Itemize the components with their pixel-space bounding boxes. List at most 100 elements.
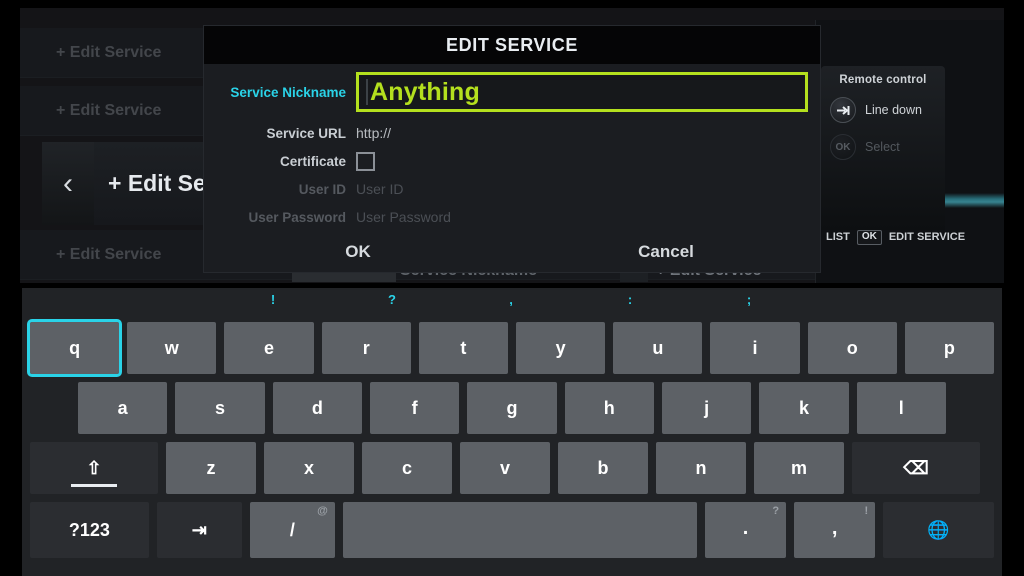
field-service-url-label: Service URL — [266, 125, 346, 141]
backspace-key[interactable]: ⌫ — [852, 442, 980, 494]
slash-key-secondary-label: @ — [317, 505, 328, 517]
certificate-checkbox[interactable] — [356, 151, 375, 171]
key-o-label: o — [846, 337, 858, 358]
background-list-item-label: + Edit Service — [56, 43, 162, 61]
key-e[interactable]: e — [224, 322, 314, 374]
field-service-url[interactable]: Service URL http:// — [204, 120, 820, 146]
key-x[interactable]: x — [264, 442, 354, 494]
remote-item-line-down[interactable]: Line down — [821, 97, 945, 123]
field-service-nickname-label: Service Nickname — [230, 84, 346, 100]
keyboard-hint-row: !?,:; — [22, 288, 1002, 322]
key-m-label: m — [790, 457, 807, 478]
key-c-label: c — [401, 457, 412, 478]
cancel-button[interactable]: Cancel — [512, 236, 820, 268]
shift-underline — [71, 484, 117, 487]
keyboard-row-1: q w e r ty u i o p — [22, 319, 1002, 377]
space-key[interactable] — [342, 502, 697, 558]
keyboard-hint: ? — [388, 292, 396, 307]
dialog-title: EDIT SERVICE — [204, 26, 820, 64]
keyboard-row-2: asdfghjkl — [22, 382, 1002, 434]
edit-service-dialog: EDIT SERVICE Service Nickname Anything S… — [204, 26, 820, 272]
keyboard-hint: ! — [270, 292, 276, 307]
key-s-label: s — [214, 397, 225, 418]
ok-key-icon[interactable]: OK — [856, 229, 882, 245]
key-n-label: n — [695, 457, 707, 478]
keyboard-hint: : — [627, 292, 633, 307]
user-password-placeholder: User Password — [356, 209, 451, 225]
key-d[interactable]: d — [272, 382, 362, 434]
key-w[interactable]: w — [127, 322, 217, 374]
key-p-label: p — [943, 337, 955, 358]
key-s[interactable]: s — [175, 382, 265, 434]
key-j-label: j — [704, 397, 710, 418]
key-h[interactable]: h — [564, 382, 654, 434]
line-down-icon — [830, 97, 856, 123]
keyboard-row-3: ⇧ z x c v b n m ⌫ — [22, 442, 1002, 494]
key-r-label: r — [362, 337, 370, 358]
key-k[interactable]: k — [759, 382, 849, 434]
key-z[interactable]: z — [166, 442, 256, 494]
shift-key[interactable]: ⇧ — [30, 442, 158, 494]
key-v[interactable]: v — [460, 442, 550, 494]
keyboard-row-4: ?123 ⇥ / @.?,! 🌐 — [22, 502, 1002, 558]
list-hint-label: LIST — [826, 231, 850, 243]
key-y[interactable]: y — [516, 322, 606, 374]
key-c[interactable]: c — [362, 442, 452, 494]
language-key[interactable]: 🌐 — [883, 502, 995, 558]
key-l[interactable]: l — [856, 382, 946, 434]
key-f-label: f — [411, 397, 418, 418]
key-k-label: k — [798, 397, 809, 418]
edit-service-hint-label: EDIT SERVICE — [888, 231, 966, 243]
service-nickname-value: Anything — [370, 77, 480, 106]
key-p[interactable]: p — [904, 322, 995, 374]
key-i[interactable]: i — [710, 322, 800, 374]
period-key-secondary-label: ? — [772, 505, 780, 517]
key-d-label: d — [311, 397, 323, 418]
comma-key[interactable]: ,! — [794, 502, 876, 558]
service-url-value: http:// — [356, 125, 392, 141]
key-j[interactable]: j — [661, 382, 752, 434]
slash-key[interactable]: / @ — [249, 502, 335, 558]
field-user-id[interactable]: User ID User ID — [204, 176, 820, 202]
tab-key[interactable]: ⇥ — [156, 502, 242, 558]
key-n[interactable]: n — [656, 442, 746, 494]
key-q[interactable]: q — [26, 319, 123, 377]
ok-icon: OK — [830, 134, 856, 160]
screen-root: + Edit Service + Edit Service ‹ + Edit S… — [0, 0, 1024, 576]
remote-control-title: Remote control — [839, 74, 927, 86]
keyboard-hint: ; — [746, 292, 752, 307]
key-o[interactable]: o — [807, 322, 897, 374]
key-b[interactable]: b — [558, 442, 648, 494]
field-certificate[interactable]: Certificate — [204, 148, 820, 174]
key-g[interactable]: g — [467, 382, 557, 434]
key-r[interactable]: r — [321, 322, 411, 374]
key-i-label: i — [752, 337, 758, 358]
period-key[interactable]: .? — [705, 502, 787, 558]
field-service-nickname: Service Nickname Anything — [204, 72, 820, 112]
symbols-key[interactable]: ?123 — [30, 502, 149, 558]
remote-item-select-label: Select — [865, 140, 900, 154]
key-f[interactable]: f — [369, 382, 460, 434]
user-id-placeholder: User ID — [356, 181, 404, 197]
background-list-item-label: + Edit Service — [56, 101, 162, 119]
field-user-id-label: User ID — [298, 181, 346, 197]
key-a-label: a — [117, 397, 128, 418]
service-nickname-input[interactable]: Anything — [356, 72, 808, 112]
back-chevron-icon[interactable]: ‹ — [42, 142, 94, 225]
dialog-body: Service Nickname Anything Service URL ht… — [204, 64, 820, 272]
period-key-label: . — [742, 516, 749, 539]
field-user-password[interactable]: User Password User Password — [204, 204, 820, 230]
text-caret — [366, 79, 368, 105]
key-x-label: x — [303, 457, 314, 478]
onscreen-keyboard: !?,:; q w e r t y u i o p a s d f g h j k l ⇧ z x c v b n m ⌫ ?12… — [22, 288, 1002, 576]
key-u[interactable]: u — [613, 322, 703, 374]
key-a[interactable]: a — [78, 382, 168, 434]
key-t[interactable]: t — [418, 322, 509, 374]
key-u-label: u — [652, 337, 664, 358]
key-w-label: w — [164, 337, 179, 358]
key-h-label: h — [603, 397, 615, 418]
ok-button[interactable]: OK — [204, 236, 512, 268]
key-m[interactable]: m — [754, 442, 844, 494]
remote-item-select[interactable]: OK Select — [821, 134, 945, 160]
dialog-actions: OK Cancel — [204, 236, 820, 268]
